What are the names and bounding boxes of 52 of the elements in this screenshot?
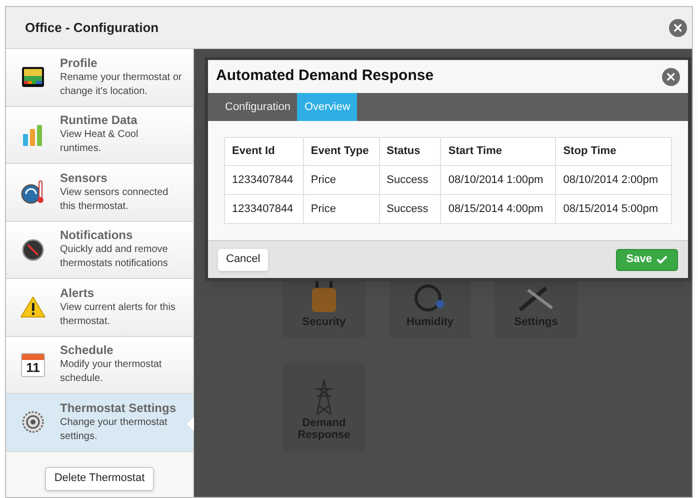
table-cell: 08/15/2014 4:00pm — [440, 194, 556, 224]
item-description: Change your thermostat settings. — [60, 416, 168, 444]
close-icon[interactable] — [662, 68, 680, 86]
gauge-thermometer-icon — [21, 180, 45, 204]
column-header: Event Id — [224, 138, 304, 166]
gear-icon — [22, 411, 44, 434]
column-header: Event Type — [303, 138, 380, 166]
dial-icon — [22, 238, 44, 261]
warning-icon — [20, 296, 46, 318]
tab[interactable]: Configuration — [218, 93, 298, 121]
item-description: Modify your thermostat schedule. — [60, 358, 163, 386]
item-title: Sensors — [60, 170, 108, 186]
item-title: Runtime Data — [60, 113, 138, 128]
sidebar-item[interactable]: Runtime Data View Heat & Cool runtimes. — [6, 106, 193, 164]
sidebar-item[interactable]: Sensors View sensors connected this thermostat. — [6, 164, 193, 222]
table-cell: 08/10/2014 1:00pm — [440, 166, 556, 194]
table-cell: 1233407844 — [224, 166, 304, 194]
dialog-title: Automated Demand Response — [216, 66, 434, 86]
item-description: View current alerts for this thermostat. — [60, 300, 176, 329]
thermostat-screen-icon — [22, 67, 44, 88]
power-tower-icon — [312, 379, 336, 415]
close-icon[interactable] — [669, 18, 687, 36]
sidebar-item[interactable]: Notifications Quickly add and remove thermostats notifications — [6, 222, 193, 279]
sidebar-item[interactable]: Thermostat Settings Change your thermostat settings. — [6, 394, 193, 452]
item-title: Profile — [60, 56, 98, 71]
calendar-icon: 11 — [21, 352, 45, 377]
item-description: View sensors connected this thermostat. — [60, 186, 170, 214]
item-title: Thermostat Settings — [60, 400, 178, 416]
delete-thermostat-button[interactable]: Delete Thermostat — [45, 466, 154, 490]
window-title: Office - Configuration — [25, 18, 159, 37]
item-description: Quickly add and remove thermostats notifications — [60, 243, 169, 272]
item-title: Notifications — [60, 228, 134, 244]
table-cell: Success — [379, 194, 441, 224]
cancel-button[interactable]: Cancel — [218, 248, 268, 270]
column-header: Start Time — [440, 138, 556, 166]
table-cell: 1233407844 — [224, 194, 304, 224]
item-title: Schedule — [60, 343, 114, 358]
check-icon — [656, 254, 668, 266]
sidebar-item[interactable]: Profile Rename your thermostat or change it's location. — [6, 49, 193, 106]
table-cell: 08/15/2014 5:00pm — [556, 194, 672, 224]
column-header: Stop Time — [556, 138, 672, 166]
sidebar-item[interactable]: 11 Schedule Modify your thermostat schedule. — [6, 336, 193, 394]
column-header: Status — [379, 138, 441, 166]
item-description: View Heat & Cool runtimes. — [60, 128, 140, 156]
table-cell: Price — [303, 166, 380, 194]
item-title: Alerts — [60, 286, 96, 301]
table-cell: 08/10/2014 2:00pm — [556, 166, 672, 194]
table-cell: Price — [303, 194, 380, 224]
table-cell: Success — [379, 166, 441, 194]
bar-chart-icon — [22, 124, 44, 146]
item-description: Rename your thermostat or change it's location. — [60, 70, 182, 99]
sidebar-item[interactable]: Alerts View current alerts for this thermostat. — [6, 279, 193, 336]
